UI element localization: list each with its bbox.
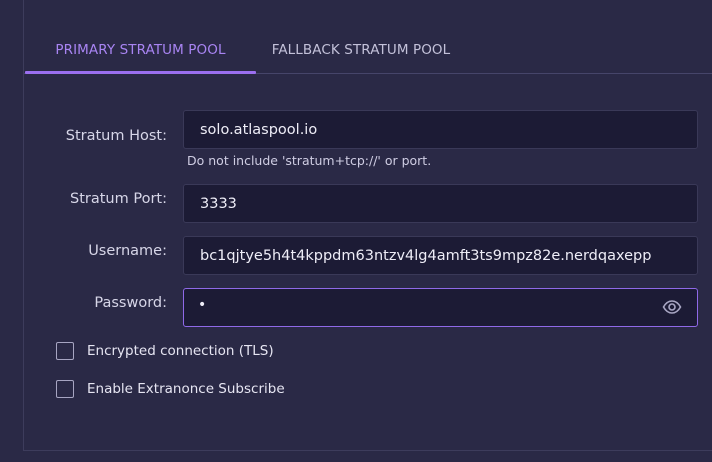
- eye-icon[interactable]: [661, 296, 683, 318]
- username-label: Username:: [88, 243, 167, 259]
- extranonce-label: Enable Extranonce Subscribe: [87, 381, 285, 397]
- stratum-host-label: Stratum Host:: [65, 128, 167, 144]
- username-input[interactable]: [183, 236, 698, 275]
- password-masked-value: •: [198, 297, 207, 313]
- extranonce-checkbox[interactable]: [56, 380, 74, 398]
- stratum-port-label: Stratum Port:: [70, 191, 167, 207]
- stratum-port-input[interactable]: [183, 184, 698, 223]
- stratum-host-input[interactable]: [183, 110, 698, 149]
- tls-label: Encrypted connection (TLS): [87, 343, 274, 359]
- password-label: Password:: [94, 295, 167, 311]
- pool-tabs: PRIMARY STRATUM POOL FALLBACK STRATUM PO…: [24, 28, 712, 74]
- tab-primary-stratum-pool[interactable]: PRIMARY STRATUM POOL: [25, 28, 256, 74]
- pool-settings-panel: PRIMARY STRATUM POOL FALLBACK STRATUM PO…: [23, 0, 712, 451]
- tab-fallback-stratum-pool[interactable]: FALLBACK STRATUM POOL: [256, 28, 466, 74]
- active-tab-indicator: [25, 71, 256, 74]
- password-input[interactable]: •: [183, 288, 698, 327]
- tls-checkbox[interactable]: [56, 342, 74, 360]
- stratum-host-hint: Do not include 'stratum+tcp://' or port.: [187, 153, 432, 168]
